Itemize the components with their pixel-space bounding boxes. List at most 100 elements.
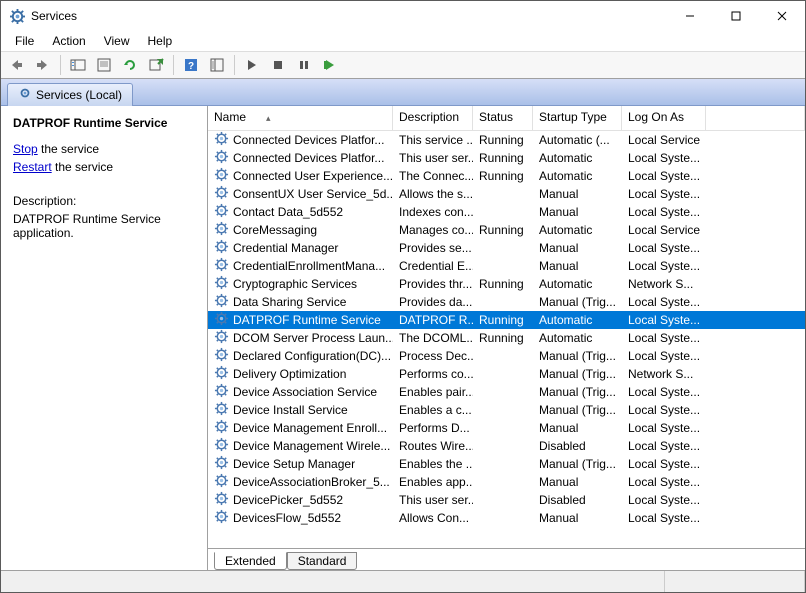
service-row[interactable]: Declared Configuration(DC)...Process Dec… bbox=[208, 347, 805, 365]
cell-status: Running bbox=[473, 312, 533, 328]
cell-startup: Manual (Trig... bbox=[533, 402, 622, 418]
cell-description: The DCOML... bbox=[393, 330, 473, 346]
cell-status bbox=[473, 355, 533, 357]
service-row[interactable]: Device Management Enroll...Performs D...… bbox=[208, 419, 805, 437]
cell-logon: Local Syste... bbox=[622, 348, 706, 364]
service-row[interactable]: CoreMessagingManages co...RunningAutomat… bbox=[208, 221, 805, 239]
menu-help[interactable]: Help bbox=[140, 33, 181, 49]
menu-view[interactable]: View bbox=[96, 33, 138, 49]
properties-button[interactable] bbox=[92, 54, 116, 76]
col-header-status[interactable]: Status bbox=[473, 106, 533, 130]
cell-logon: Network S... bbox=[622, 276, 706, 292]
cell-logon: Local Syste... bbox=[622, 492, 706, 508]
service-row[interactable]: Connected Devices Platfor...This user se… bbox=[208, 149, 805, 167]
tab-standard[interactable]: Standard bbox=[287, 552, 358, 570]
stop-link[interactable]: Stop bbox=[13, 142, 38, 156]
service-row[interactable]: DCOM Server Process Laun...The DCOML...R… bbox=[208, 329, 805, 347]
show-hide-tree-button[interactable] bbox=[66, 54, 90, 76]
service-row[interactable]: Device Install ServiceEnables a c...Manu… bbox=[208, 401, 805, 419]
cell-status: Running bbox=[473, 168, 533, 184]
service-row[interactable]: DevicePicker_5d552This user ser...Disabl… bbox=[208, 491, 805, 509]
cell-status bbox=[473, 499, 533, 501]
minimize-button[interactable] bbox=[667, 1, 713, 31]
cell-logon: Local Syste... bbox=[622, 402, 706, 418]
service-row[interactable]: Cryptographic ServicesProvides thr...Run… bbox=[208, 275, 805, 293]
forward-button[interactable] bbox=[31, 54, 55, 76]
col-header-description[interactable]: Description bbox=[393, 106, 473, 130]
sort-ascending-icon: ▴ bbox=[266, 113, 271, 123]
service-list[interactable]: Connected Devices Platfor...This service… bbox=[208, 131, 805, 548]
cell-description: Enables a c... bbox=[393, 402, 473, 418]
cell-status bbox=[473, 391, 533, 393]
cell-startup: Automatic (... bbox=[533, 132, 622, 148]
service-row[interactable]: CredentialEnrollmentMana...Credential E.… bbox=[208, 257, 805, 275]
restart-service-button[interactable] bbox=[318, 54, 342, 76]
stop-service-button[interactable] bbox=[266, 54, 290, 76]
service-list-panel: Name▴ Description Status Startup Type Lo… bbox=[208, 106, 805, 570]
col-header-name[interactable]: Name▴ bbox=[208, 106, 393, 130]
service-row[interactable]: Contact Data_5d552Indexes con...ManualLo… bbox=[208, 203, 805, 221]
svg-text:?: ? bbox=[188, 61, 194, 72]
cell-description: This user ser... bbox=[393, 150, 473, 166]
col-header-empty[interactable] bbox=[706, 106, 805, 130]
help-button[interactable]: ? bbox=[179, 54, 203, 76]
col-header-logon[interactable]: Log On As bbox=[622, 106, 706, 130]
cell-startup: Disabled bbox=[533, 438, 622, 454]
service-row[interactable]: DATPROF Runtime ServiceDATPROF R...Runni… bbox=[208, 311, 805, 329]
gear-icon bbox=[214, 203, 229, 221]
gear-icon bbox=[214, 347, 229, 365]
description-label: Description: bbox=[13, 194, 195, 208]
services-local-tab-label: Services (Local) bbox=[36, 88, 122, 102]
gear-icon bbox=[18, 86, 32, 103]
cell-name: Device Association Service bbox=[208, 382, 393, 402]
description-text: DATPROF Runtime Service application. bbox=[13, 212, 195, 240]
gear-icon bbox=[214, 239, 229, 257]
service-row[interactable]: Device Management Wirele...Routes Wire..… bbox=[208, 437, 805, 455]
cell-status: Running bbox=[473, 150, 533, 166]
maximize-button[interactable] bbox=[713, 1, 759, 31]
col-header-startup[interactable]: Startup Type bbox=[533, 106, 622, 130]
service-row[interactable]: Data Sharing ServiceProvides da...Manual… bbox=[208, 293, 805, 311]
cell-logon: Local Syste... bbox=[622, 330, 706, 346]
service-row[interactable]: Device Setup ManagerEnables the ...Manua… bbox=[208, 455, 805, 473]
cell-status: Running bbox=[473, 276, 533, 292]
services-window: Services File Action View Help ? Service bbox=[0, 0, 806, 593]
pause-service-button[interactable] bbox=[292, 54, 316, 76]
gear-icon bbox=[214, 257, 229, 275]
separator bbox=[234, 55, 235, 75]
cell-description: Manages co... bbox=[393, 222, 473, 238]
gear-icon bbox=[214, 149, 229, 167]
cell-name: ConsentUX User Service_5d... bbox=[208, 184, 393, 204]
cell-startup: Automatic bbox=[533, 276, 622, 292]
restart-link[interactable]: Restart bbox=[13, 160, 52, 174]
menu-action[interactable]: Action bbox=[44, 33, 93, 49]
export-button[interactable] bbox=[144, 54, 168, 76]
tab-extended[interactable]: Extended bbox=[214, 552, 287, 570]
close-button[interactable] bbox=[759, 1, 805, 31]
cell-logon: Local Syste... bbox=[622, 186, 706, 202]
cell-logon: Local Syste... bbox=[622, 240, 706, 256]
service-row[interactable]: DevicesFlow_5d552Allows Con...ManualLoca… bbox=[208, 509, 805, 527]
refresh-button[interactable] bbox=[118, 54, 142, 76]
help-topics-button[interactable] bbox=[205, 54, 229, 76]
cell-logon: Local Syste... bbox=[622, 456, 706, 472]
service-row[interactable]: ConsentUX User Service_5d...Allows the s… bbox=[208, 185, 805, 203]
gear-icon bbox=[214, 491, 229, 509]
start-service-button[interactable] bbox=[240, 54, 264, 76]
cell-status bbox=[473, 427, 533, 429]
service-row[interactable]: DeviceAssociationBroker_5...Enables app.… bbox=[208, 473, 805, 491]
cell-name: DevicePicker_5d552 bbox=[208, 490, 393, 510]
gear-icon bbox=[214, 167, 229, 185]
back-button[interactable] bbox=[5, 54, 29, 76]
gear-icon bbox=[214, 455, 229, 473]
cell-name: CredentialEnrollmentMana... bbox=[208, 256, 393, 276]
menu-file[interactable]: File bbox=[7, 33, 42, 49]
services-local-tab[interactable]: Services (Local) bbox=[7, 83, 133, 106]
service-row[interactable]: Connected Devices Platfor...This service… bbox=[208, 131, 805, 149]
service-row[interactable]: Delivery OptimizationPerforms co...Manua… bbox=[208, 365, 805, 383]
service-row[interactable]: Device Association ServiceEnables pair..… bbox=[208, 383, 805, 401]
cell-description: Routes Wire... bbox=[393, 438, 473, 454]
service-row[interactable]: Credential ManagerProvides se...ManualLo… bbox=[208, 239, 805, 257]
cell-startup: Automatic bbox=[533, 222, 622, 238]
service-row[interactable]: Connected User Experience...The Connec..… bbox=[208, 167, 805, 185]
